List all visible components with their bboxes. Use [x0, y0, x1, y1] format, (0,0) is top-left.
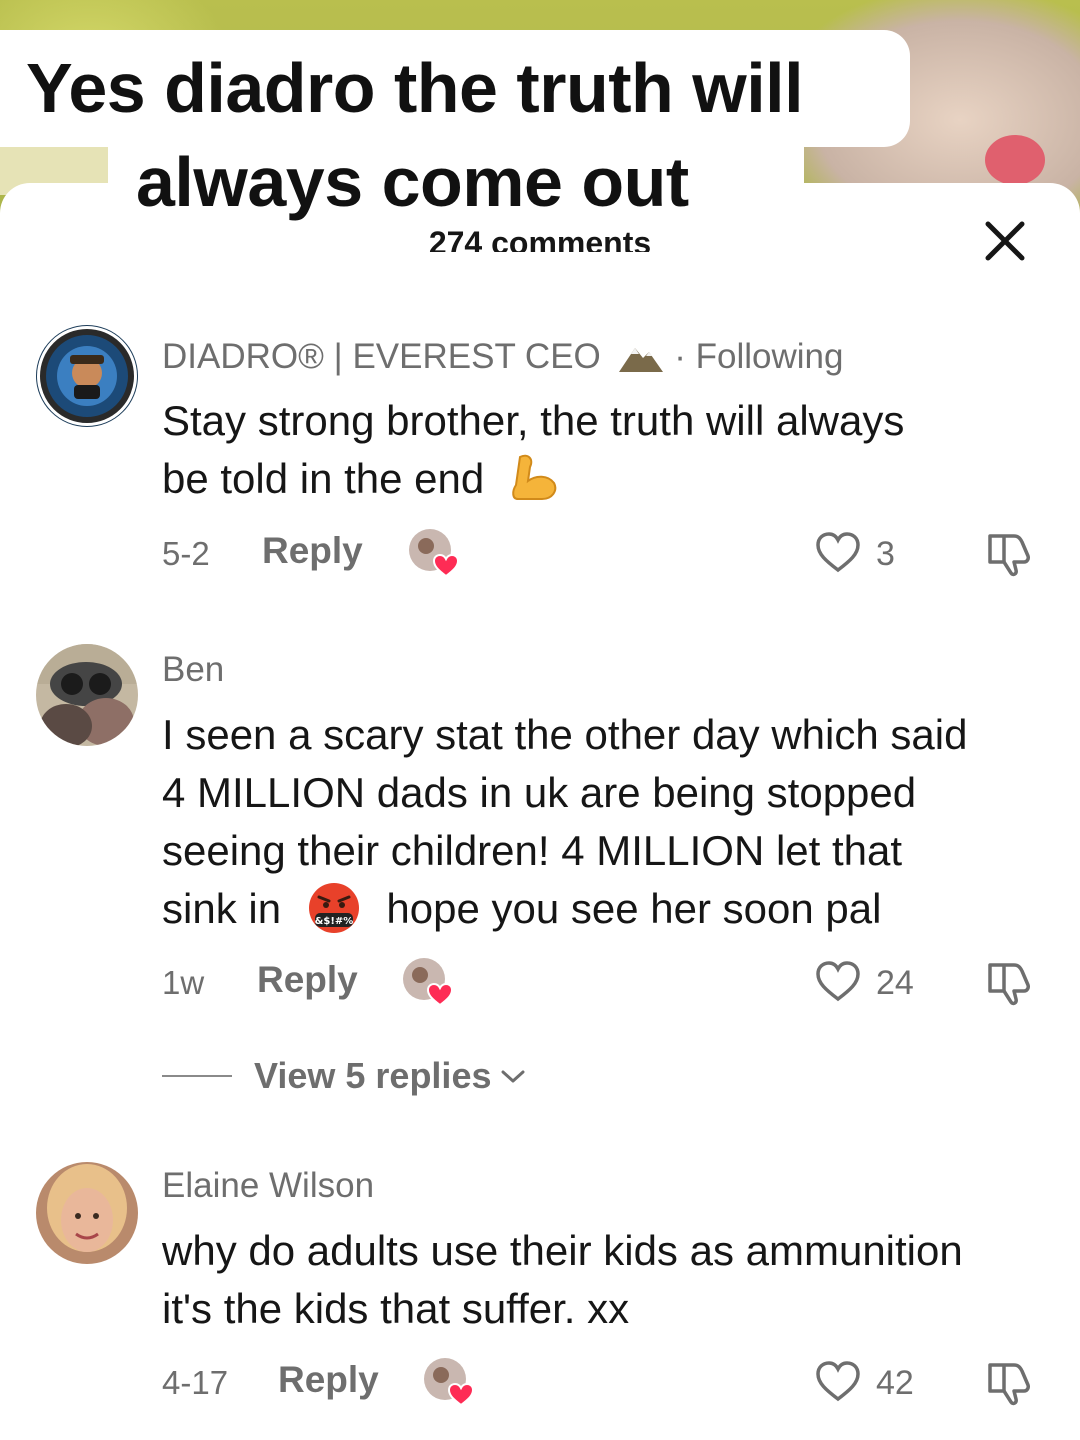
avatar-image: [37, 326, 137, 426]
like-count: 3: [876, 535, 895, 573]
comment-text: Stay strong brother, the truth will alwa…: [162, 392, 1052, 508]
comment-text-line: it's the kids that suffer. xx: [162, 1285, 630, 1332]
avatar[interactable]: [36, 325, 138, 427]
comment-date: 5-2: [162, 535, 210, 572]
dislike-button[interactable]: [984, 1357, 1034, 1412]
creator-avatar-heart-icon: [409, 529, 460, 578]
mountain-icon: [618, 348, 663, 372]
heart-outline-icon: [816, 1361, 860, 1402]
background-shape: [985, 135, 1045, 185]
reply-button[interactable]: Reply: [278, 1359, 379, 1401]
comment-text-line: seeing their children! 4 MILLION let tha…: [162, 827, 903, 874]
comment-date: 4-17: [162, 1364, 229, 1401]
replies-divider: [162, 1075, 232, 1077]
svg-text:&$!#%: &$!#%: [314, 916, 353, 927]
creator-liked-badge: [402, 957, 454, 1007]
like-count: 24: [876, 964, 914, 1002]
comment-date: 1w: [162, 964, 205, 1001]
username-text: DIADRO® | EVEREST CEO: [162, 337, 601, 376]
like-button[interactable]: [814, 1359, 862, 1408]
close-icon: [985, 221, 1025, 261]
caption-line-2: always come out: [108, 147, 804, 222]
comment-username[interactable]: Ben: [162, 650, 224, 690]
comment-text-line: Stay strong brother, the truth will alwa…: [162, 397, 905, 444]
creator-avatar-heart-icon: [403, 958, 454, 1007]
heart-outline-icon: [816, 532, 860, 573]
reply-button[interactable]: Reply: [262, 530, 363, 572]
creator-liked-badge: [423, 1357, 475, 1407]
creator-liked-badge: [408, 528, 460, 578]
flexed-biceps-icon: [512, 454, 557, 500]
creator-avatar-heart-icon: [424, 1358, 475, 1407]
avatar-image: [36, 644, 138, 746]
view-replies-label: View 5 replies: [254, 1055, 492, 1096]
like-button[interactable]: [814, 530, 862, 579]
heart-outline-icon: [816, 961, 860, 1002]
comment-text: I seen a scary stat the other day which …: [162, 706, 1052, 938]
dislike-button[interactable]: [984, 528, 1034, 583]
comments-count: 274 comments: [428, 225, 652, 252]
avatar-image: [36, 1162, 138, 1264]
thumbs-down-icon: [988, 534, 1030, 577]
avatar[interactable]: [36, 644, 138, 746]
like-button[interactable]: [814, 959, 862, 1008]
follow-status: · Following: [674, 337, 844, 376]
comment-text-segment: hope you see her soon pal: [386, 885, 882, 932]
close-button[interactable]: [982, 218, 1028, 264]
comment-text-line: sink in &$!#% hope you see her soon pal: [162, 880, 1052, 938]
comment-text-line: be told in the end: [162, 450, 1052, 508]
thumbs-down-icon: [988, 1363, 1030, 1406]
comment-text-line: why do adults use their kids as ammuniti…: [162, 1227, 963, 1274]
view-replies-button[interactable]: View 5 replies: [162, 1055, 527, 1097]
comment-text-segment: sink in: [162, 885, 282, 932]
caption-line-1: Yes diadro the truth will: [0, 30, 910, 147]
comment-text-line: I seen a scary stat the other day which …: [162, 711, 968, 758]
comment-text-segment: be told in the end: [162, 455, 485, 502]
thumbs-down-icon: [988, 963, 1030, 1006]
comment-text: why do adults use their kids as ammuniti…: [162, 1222, 1052, 1338]
comment-text-line: 4 MILLION dads in uk are being stopped: [162, 769, 917, 816]
cursing-face-icon: &$!#%: [308, 883, 359, 933]
comment-username[interactable]: Elaine Wilson: [162, 1166, 374, 1206]
chevron-down-icon: [501, 1070, 525, 1083]
like-count: 42: [876, 1364, 914, 1402]
comment-username[interactable]: DIADRO® | EVEREST CEO · Following: [162, 337, 843, 377]
dislike-button[interactable]: [984, 957, 1034, 1012]
reply-button[interactable]: Reply: [257, 959, 358, 1001]
avatar[interactable]: [36, 1162, 138, 1264]
